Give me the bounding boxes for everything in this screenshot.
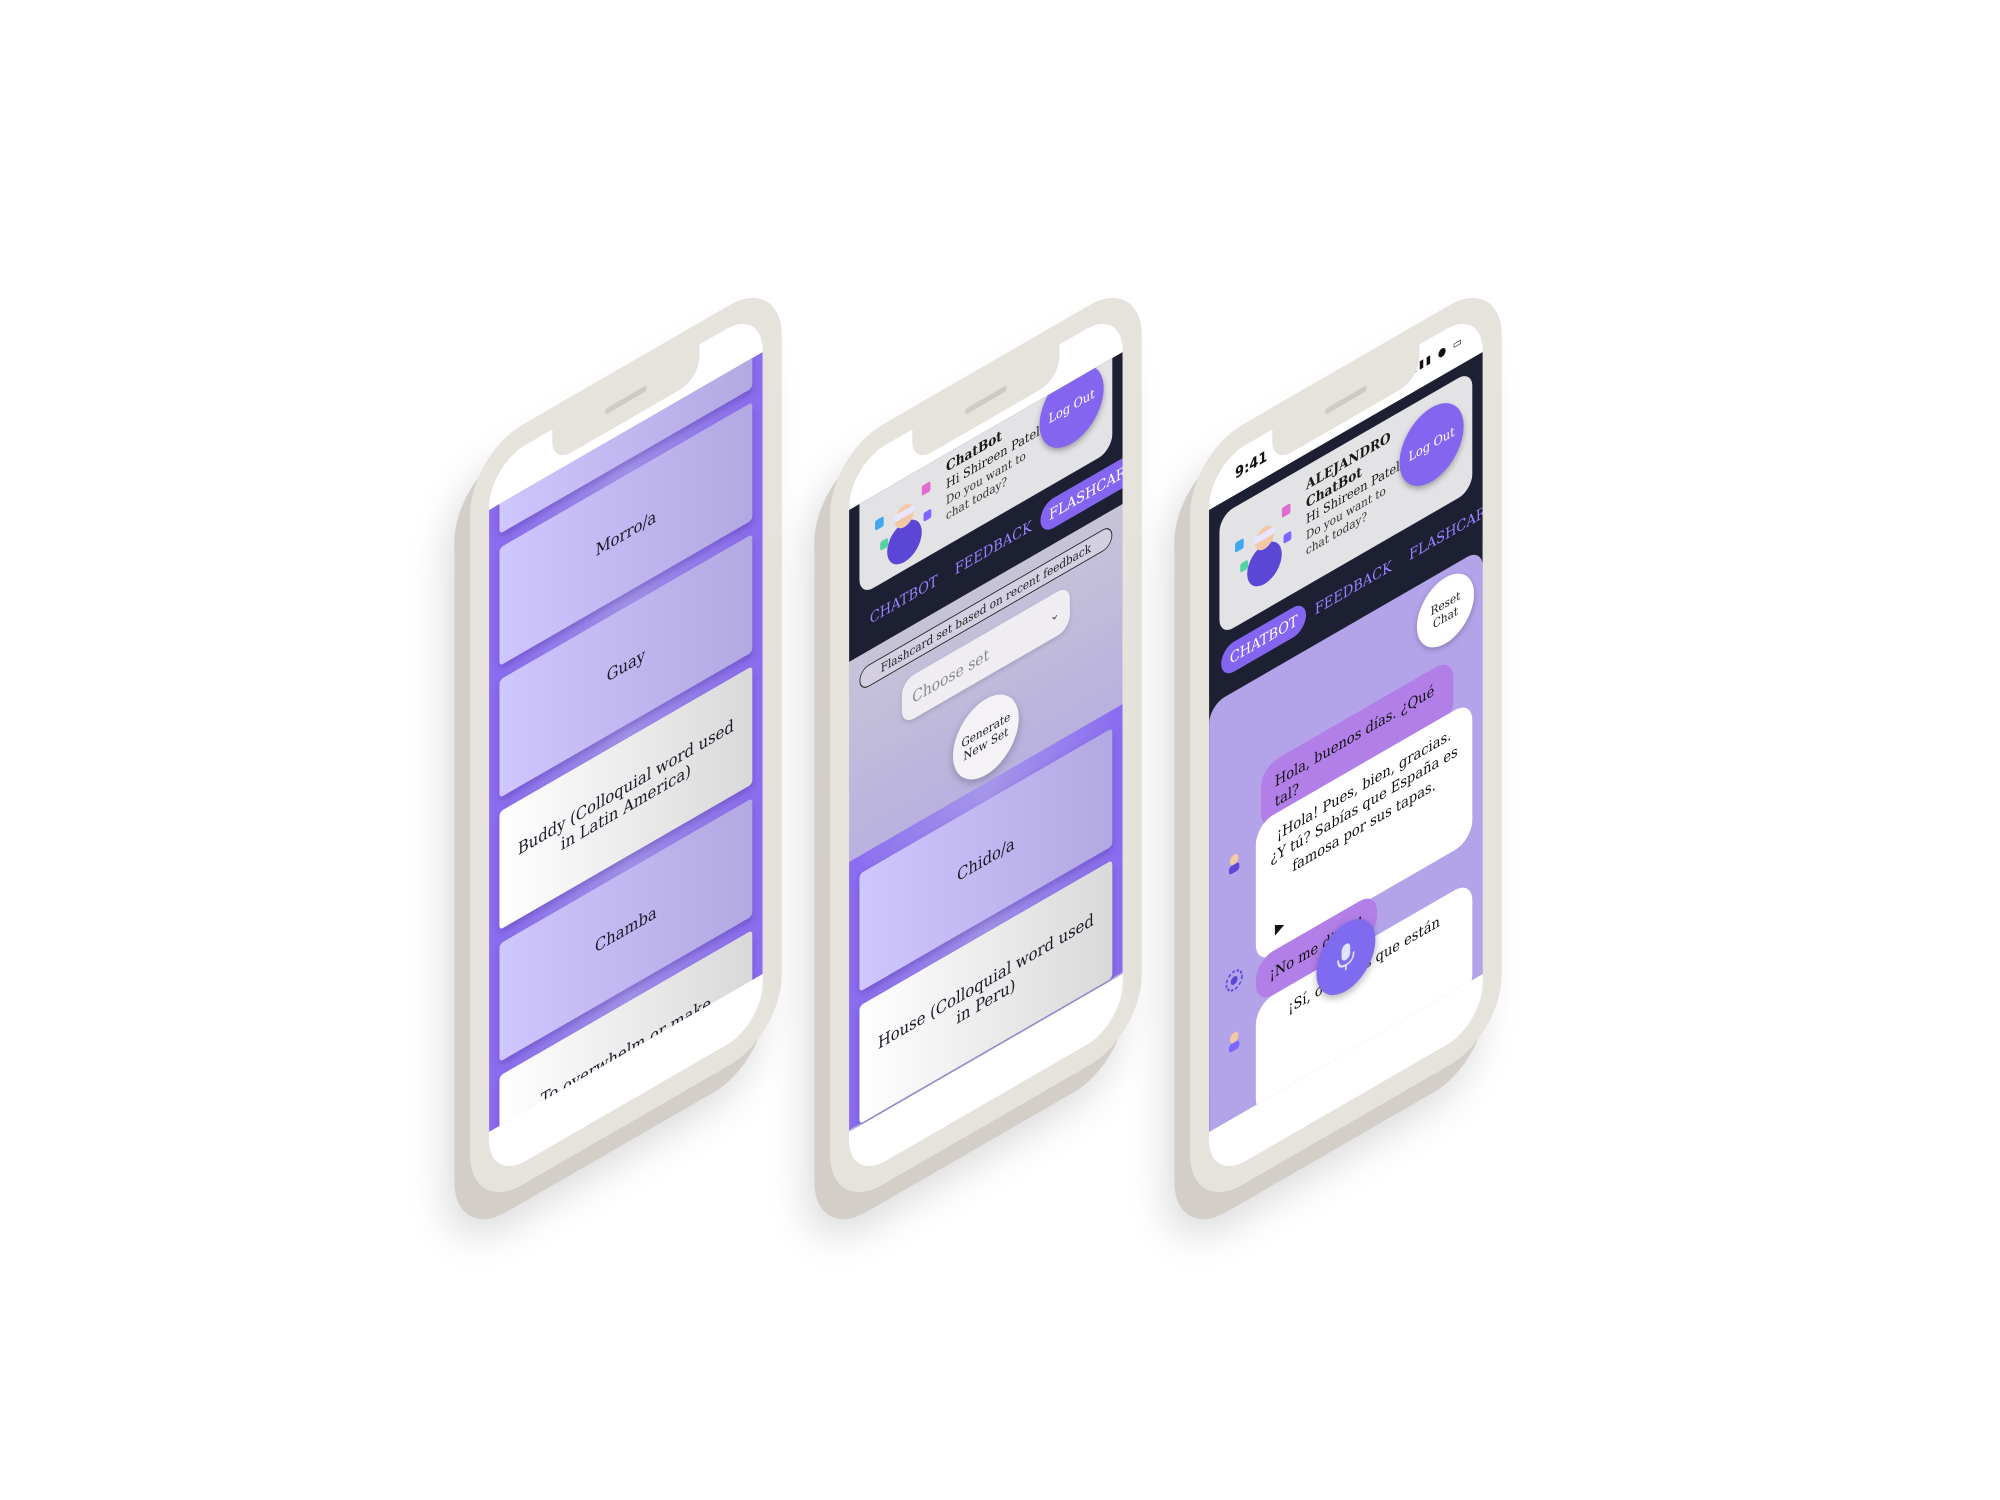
phone-screen: 9:41 ▮▮▮ ● ▭ ALEJANDRO ChatBot Hi Shiree…	[1209, 308, 1483, 1182]
phone-screen: ChatBot Hi Shireen Patel! Do you want to…	[849, 308, 1123, 1182]
phone-chatbot: 9:41 ▮▮▮ ● ▭ ALEJANDRO ChatBot Hi Shiree…	[1183, 275, 1502, 1215]
user-mini-avatar-icon	[1228, 1031, 1240, 1053]
phone-flashcard-list: Morro/a Guay Buddy (Colloquial word used…	[463, 275, 782, 1215]
play-audio-icon[interactable]: ▶	[1275, 916, 1284, 940]
microphone-icon	[1337, 943, 1355, 971]
reset-chat-button[interactable]: Reset Chat	[1416, 561, 1475, 660]
logout-button[interactable]: Log Out	[1399, 389, 1464, 500]
phone-flashcards: ChatBot Hi Shireen Patel! Do you want to…	[823, 275, 1142, 1215]
bot-mini-avatar-icon	[1228, 853, 1240, 875]
chevron-down-icon: ⌄	[1050, 605, 1060, 626]
bot-mini-avatar-icon	[1225, 969, 1243, 992]
status-time: 9:41	[1235, 446, 1268, 483]
phone-screen: Morro/a Guay Buddy (Colloquial word used…	[489, 308, 763, 1182]
robot-avatar-icon	[1235, 503, 1292, 587]
